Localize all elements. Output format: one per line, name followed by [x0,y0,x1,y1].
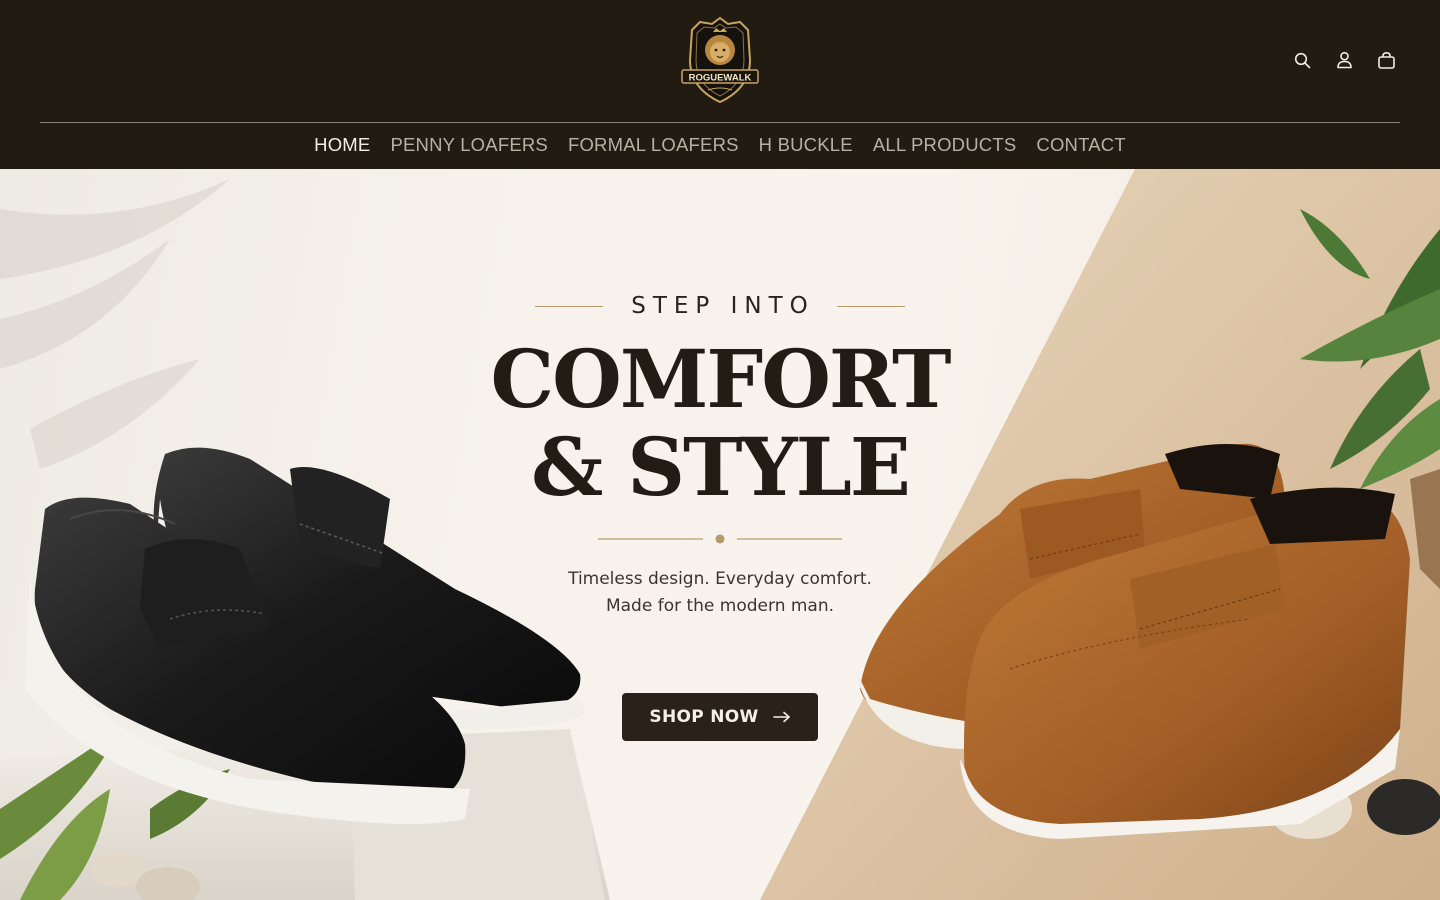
hero-headline-line1: COMFORT [490,332,951,426]
arrow-right-icon [772,711,790,723]
hero-eyebrow: STEP INTO [535,293,905,319]
nav-item-all-products[interactable]: ALL PRODUCTS [873,134,1017,156]
account-icon[interactable] [1334,49,1354,71]
site-header: ROGUEWALK HOME PENNY LOAFERS FORMAL LOAF… [0,0,1440,169]
hero-headline-line2: & STYLE [531,420,911,514]
lion-crest-icon: ROGUEWALK [681,16,759,104]
eyebrow-rule-right [836,305,905,307]
eyebrow-rule-left [535,305,603,307]
brand-logo[interactable]: ROGUEWALK [678,16,762,106]
nav-item-formal-loafers[interactable]: FORMAL LOAFERS [568,134,739,156]
hero-banner: STEP INTO COMFORT & STYLE Timeless desig… [0,169,1440,900]
hero-eyebrow-text: STEP INTO [631,293,815,319]
cart-icon[interactable] [1376,49,1396,71]
ornament-divider [598,534,842,544]
nav-item-penny-loafers[interactable]: PENNY LOAFERS [390,134,548,156]
leaf-shadow [0,179,230,469]
hero-subtext: Timeless design. Everyday comfort. Made … [470,566,970,620]
shop-now-button[interactable]: SHOP NOW [622,693,818,741]
nav-item-h-buckle[interactable]: H BUCKLE [759,134,853,156]
hero-subtext-line2: Made for the modern man. [605,596,835,616]
search-icon[interactable] [1292,49,1312,71]
hero-headline: COMFORT & STYLE [420,335,1020,511]
header-actions [1292,49,1396,71]
nav-item-home[interactable]: HOME [314,134,370,156]
main-nav: HOME PENNY LOAFERS FORMAL LOAFERS H BUCK… [0,134,1440,156]
brand-name: ROGUEWALK [689,73,752,84]
shop-now-label: SHOP NOW [649,707,759,727]
nav-item-contact[interactable]: CONTACT [1036,134,1125,156]
header-divider [40,122,1400,123]
hero-subtext-line1: Timeless design. Everyday comfort. [568,569,872,589]
